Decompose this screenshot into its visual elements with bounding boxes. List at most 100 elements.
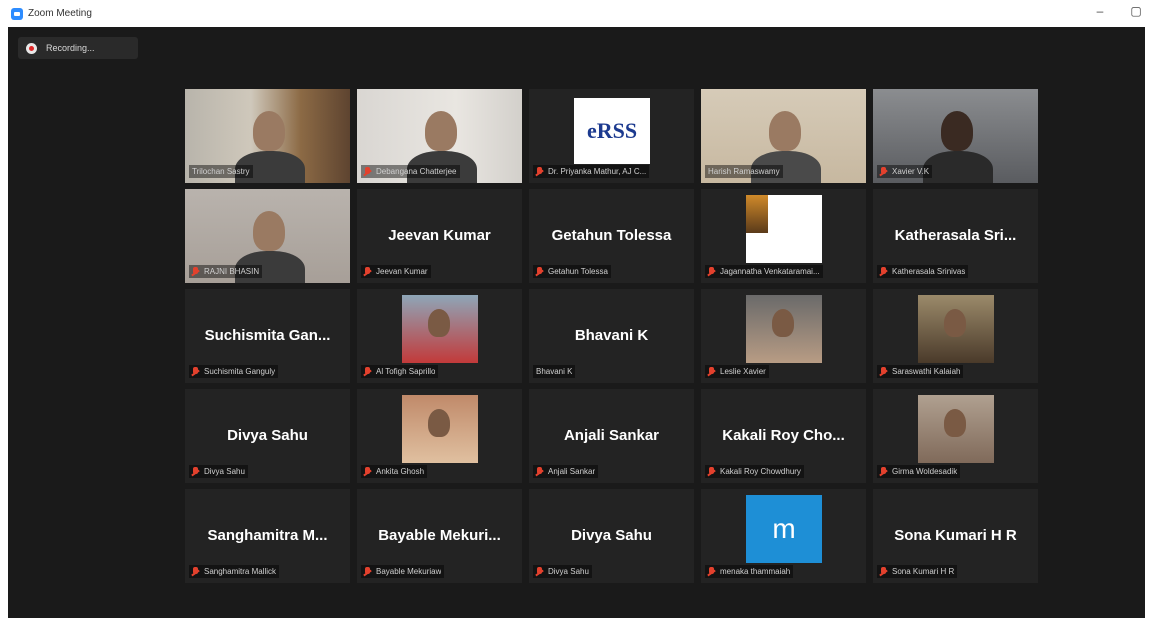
participant-tile[interactable]: Katherasala Sri... Katherasala Srinivas	[873, 189, 1038, 283]
participant-name-tag: Girma Woldesadik	[877, 465, 961, 478]
participant-name: Getahun Tolessa	[548, 267, 608, 276]
participant-name-tag: Leslie Xavier	[705, 365, 769, 378]
participant-tile[interactable]: Saraswathi Kalaiah	[873, 289, 1038, 383]
restore-button[interactable]: ▢	[1129, 4, 1143, 18]
participant-name-tag: Divya Sahu	[533, 565, 592, 578]
participant-name: Sanghamitra Mallick	[204, 567, 277, 576]
participant-tile[interactable]: Debangana Chatterjee	[357, 89, 522, 183]
participant-tile[interactable]: Harish Ramaswamy	[701, 89, 866, 183]
participant-tile[interactable]: Jeevan Kumar Jeevan Kumar	[357, 189, 522, 283]
participant-name: Sona Kumari H R	[892, 567, 955, 576]
cloud-recording-icon	[26, 42, 37, 54]
participant-tile[interactable]: RAJNI BHASIN	[185, 189, 350, 283]
participant-tile[interactable]: Xavier V.K	[873, 89, 1038, 183]
participant-head	[428, 409, 450, 437]
participant-name-tag: RAJNI BHASIN	[189, 265, 263, 278]
participant-name: Divya Sahu	[548, 567, 589, 576]
participant-tile[interactable]: Leslie Xavier	[701, 289, 866, 383]
participant-logo: eRSS	[574, 98, 650, 164]
participant-name-tag: Anjali Sankar	[533, 465, 599, 478]
participant-tile[interactable]: Getahun Tolessa Getahun Tolessa	[529, 189, 694, 283]
participant-name-tag: Ankita Ghosh	[361, 465, 428, 478]
participant-name: Trilochan Sastry	[192, 167, 250, 176]
muted-mic-icon	[880, 566, 887, 577]
participant-video-thumbnail	[918, 295, 994, 363]
participant-tile[interactable]: Suchismita Gan... Suchismita Ganguly	[185, 289, 350, 383]
minimize-button[interactable]: –	[1093, 4, 1107, 18]
participant-tile[interactable]: Bayable Mekuri... Bayable Mekuriaw	[357, 489, 522, 583]
participant-name: Ankita Ghosh	[376, 467, 425, 476]
muted-mic-icon	[364, 566, 371, 577]
participant-tile[interactable]: Trilochan Sastry	[185, 89, 350, 183]
muted-mic-icon	[192, 266, 199, 277]
participant-tile[interactable]: Anjali Sankar Anjali Sankar	[529, 389, 694, 483]
participant-name-tag: Jagannatha Venkataramai...	[705, 265, 823, 278]
participant-tile[interactable]: Girma Woldesadik	[873, 389, 1038, 483]
participant-name: Leslie Xavier	[720, 367, 766, 376]
participant-name: RAJNI BHASIN	[204, 267, 260, 276]
window-controls: – ▢	[1093, 4, 1143, 18]
muted-mic-icon	[880, 266, 887, 277]
participant-tile[interactable]: eRSS Dr. Priyanka Mathur, AJ C...	[529, 89, 694, 183]
participant-video-thumbnail	[402, 295, 478, 363]
participant-display-name: Kakali Roy Cho...	[722, 427, 845, 444]
logo-text: eRSS	[586, 118, 638, 143]
muted-mic-icon	[192, 366, 199, 377]
participant-tile[interactable]: Ankita Ghosh	[357, 389, 522, 483]
participant-name-tag: Jeevan Kumar	[361, 265, 431, 278]
participant-name: Jeevan Kumar	[376, 267, 428, 276]
participant-head	[425, 111, 457, 151]
muted-mic-icon	[536, 266, 543, 277]
participant-head	[428, 309, 450, 337]
muted-mic-icon	[708, 566, 715, 577]
muted-mic-icon	[536, 566, 543, 577]
participant-name: Katherasala Srinivas	[892, 267, 966, 276]
profile-picture	[746, 195, 768, 233]
muted-mic-icon	[364, 166, 371, 177]
participant-name: Divya Sahu	[204, 467, 245, 476]
participant-video-thumbnail	[746, 295, 822, 363]
participant-name-tag: Bayable Mekuriaw	[361, 565, 445, 578]
participant-tile[interactable]: Sona Kumari H R Sona Kumari H R	[873, 489, 1038, 583]
title-bar: Zoom Meeting – ▢	[0, 0, 1153, 27]
participant-name: menaka thammaiah	[720, 567, 791, 576]
recording-indicator[interactable]: Recording...	[18, 37, 138, 59]
participant-display-name: Sona Kumari H R	[894, 527, 1017, 544]
participant-tile[interactable]: Kakali Roy Cho... Kakali Roy Chowdhury	[701, 389, 866, 483]
participant-display-name: Suchismita Gan...	[204, 327, 331, 344]
participant-tile[interactable]: m menaka thammaiah	[701, 489, 866, 583]
muted-mic-icon	[364, 266, 371, 277]
participant-name-tag: menaka thammaiah	[705, 565, 794, 578]
participant-tile[interactable]: Sanghamitra M... Sanghamitra Mallick	[185, 489, 350, 583]
participant-name-tag: Getahun Tolessa	[533, 265, 611, 278]
participant-display-name: Bhavani K	[574, 327, 649, 344]
muted-mic-icon	[708, 266, 715, 277]
participant-name-tag: Sona Kumari H R	[877, 565, 958, 578]
participant-head	[772, 309, 794, 337]
participant-name-tag: Xavier V.K	[877, 165, 933, 178]
participant-name: Saraswathi Kalaiah	[892, 367, 961, 376]
participant-name-tag: Harish Ramaswamy	[705, 165, 783, 178]
muted-mic-icon	[880, 366, 887, 377]
participant-head	[944, 409, 966, 437]
participant-tile[interactable]: Bhavani K Bhavani K	[529, 289, 694, 383]
participant-name: Anjali Sankar	[548, 467, 596, 476]
participant-display-name: Jeevan Kumar	[388, 227, 491, 244]
participant-display-name: Divya Sahu	[227, 427, 308, 444]
participant-tile[interactable]: Divya Sahu Divya Sahu	[185, 389, 350, 483]
participant-tile[interactable]: Divya Sahu Divya Sahu	[529, 489, 694, 583]
participant-display-name: Bayable Mekuri...	[378, 527, 501, 544]
participant-tile[interactable]: Al Tofigh Saprillo	[357, 289, 522, 383]
muted-mic-icon	[364, 366, 371, 377]
participant-name: Xavier V.K	[892, 167, 930, 176]
participant-tile[interactable]: Jagannatha Venkataramai...	[701, 189, 866, 283]
participant-display-name: Divya Sahu	[571, 527, 652, 544]
participant-display-name: Sanghamitra M...	[207, 527, 328, 544]
muted-mic-icon	[536, 466, 543, 477]
participant-name: Girma Woldesadik	[892, 467, 958, 476]
participant-name-tag: Al Tofigh Saprillo	[361, 365, 439, 378]
participant-name-tag: Dr. Priyanka Mathur, AJ C...	[533, 165, 650, 178]
muted-mic-icon	[192, 466, 199, 477]
participant-name-tag: Debangana Chatterjee	[361, 165, 460, 178]
participant-name: Dr. Priyanka Mathur, AJ C...	[548, 167, 647, 176]
